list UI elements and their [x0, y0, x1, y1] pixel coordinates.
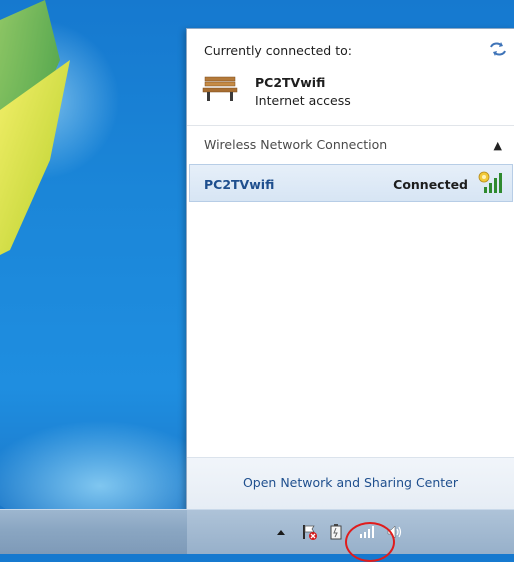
refresh-icon[interactable]	[488, 39, 508, 59]
action-center-flag-icon[interactable]	[299, 523, 319, 541]
divider	[187, 125, 514, 126]
current-connection-name: PC2TVwifi	[255, 75, 326, 90]
wallpaper-petals	[0, 0, 70, 255]
network-status: Connected	[393, 177, 468, 192]
show-hidden-icons-arrow-icon[interactable]	[275, 523, 287, 541]
annotation-circle	[345, 522, 395, 562]
power-icon[interactable]	[327, 523, 345, 541]
wifi-signal-icon	[476, 169, 506, 197]
network-flyout: Currently connected to: PC2TVwifi Intern…	[186, 28, 514, 510]
taskbar	[0, 509, 514, 554]
collapse-chevron-icon[interactable]: ▲	[494, 139, 502, 152]
bench-icon	[202, 73, 238, 103]
network-item-pc2tvwifi[interactable]: PC2TVwifi Connected	[189, 164, 513, 202]
currently-connected-label: Currently connected to:	[204, 43, 352, 58]
current-connection-status: Internet access	[255, 93, 351, 108]
open-network-sharing-link[interactable]: Open Network and Sharing Center	[187, 475, 514, 490]
network-name: PC2TVwifi	[204, 177, 275, 192]
section-title: Wireless Network Connection	[204, 137, 388, 152]
footer: Open Network and Sharing Center	[187, 457, 514, 509]
